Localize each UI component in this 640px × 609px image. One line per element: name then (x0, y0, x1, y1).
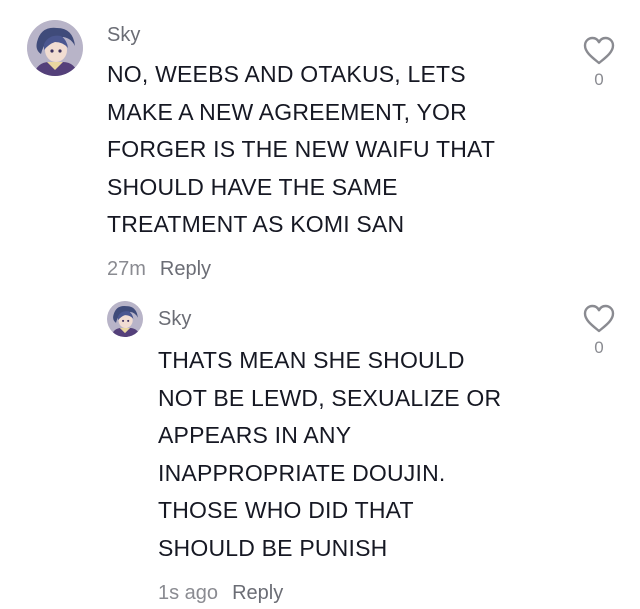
heart-outline-icon (583, 36, 615, 65)
avatar[interactable] (107, 301, 143, 337)
reply-text-line: APPEARS IN ANY (158, 422, 352, 448)
reply-button[interactable]: Reply (160, 258, 211, 280)
comment-text-line: NO, WEEBS AND OTAKUS, LETS (107, 61, 466, 87)
reply-timestamp: 1s ago (158, 582, 219, 604)
comment-text-line: MAKE A NEW AGREEMENT, YOR (107, 98, 467, 125)
comment-text: NO, WEEBS AND OTAKUS, LETS MAKE A NEW AG… (107, 56, 495, 244)
comment-text-line: TREATMENT AS KOMI SAN (107, 211, 405, 237)
like-count: 0 (594, 70, 604, 89)
avatar[interactable] (27, 20, 83, 76)
reply-meta: 1s ago Reply (158, 583, 283, 603)
heart-outline-icon (583, 304, 615, 333)
avatar-image (107, 301, 143, 337)
comment-username[interactable]: Sky (107, 25, 140, 45)
comment-text-line: SHOULD HAVE THE SAME (107, 173, 398, 200)
reply-text-line: SHOULD BE PUNISH (158, 534, 388, 561)
reply-username[interactable]: Sky (158, 309, 191, 329)
reply-text-line: INAPPROPRIATE DOUJIN. (158, 459, 446, 486)
like-button[interactable]: 0 (579, 36, 619, 88)
comment-meta: 27m Reply (107, 259, 211, 279)
reply-button[interactable]: Reply (232, 582, 283, 604)
reply-text-line: THOSE WHO DID THAT (158, 497, 414, 523)
like-button[interactable]: 0 (579, 304, 619, 356)
reply-text-line: NOT BE LEWD, SEXUALIZE OR (158, 384, 502, 411)
avatar-image (27, 20, 83, 76)
reply-text: THATS MEAN SHE SHOULD NOT BE LEWD, SEXUA… (158, 342, 501, 567)
comment-text-line: FORGER IS THE NEW WAIFU THAT (107, 136, 496, 162)
comment-timestamp: 27m (107, 258, 146, 280)
like-count: 0 (594, 338, 604, 357)
reply-text-line: THATS MEAN SHE SHOULD (158, 347, 465, 373)
